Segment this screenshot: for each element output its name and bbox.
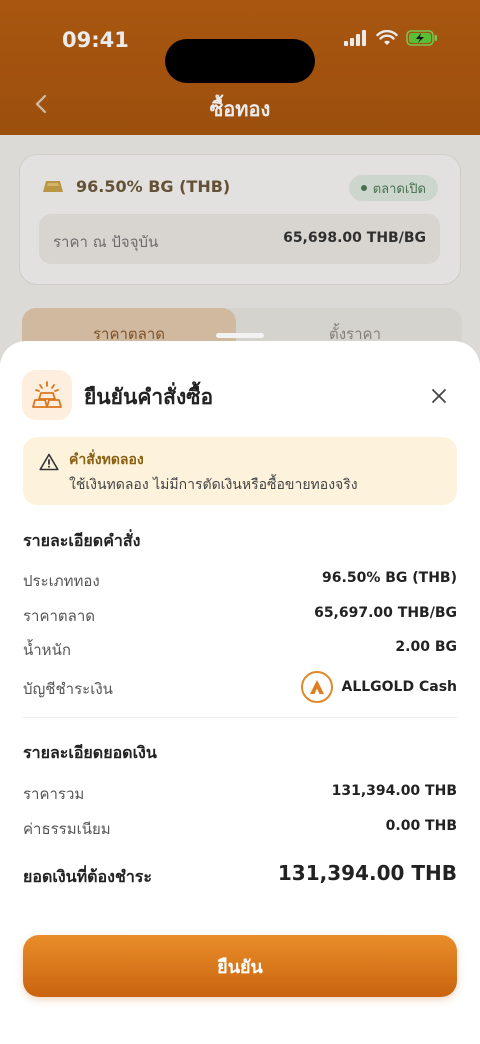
total-value: 131,394.00 THB	[277, 861, 457, 885]
subtotal-row: ราคารวม 131,394.00 THB	[23, 780, 457, 804]
warning-icon	[39, 453, 59, 471]
subtotal-label: ราคารวม	[23, 785, 85, 803]
confirm-button[interactable]: ยืนยัน	[23, 935, 457, 997]
notice-text: ใช้เงินทดลอง ไม่มีการตัดเงินหรือซื้อขายท…	[69, 477, 358, 493]
payment-account-row: บัญชีชำระเงิน ALLGOLD Cash	[23, 671, 457, 703]
gold-type-row: ประเภททอง 96.50% BG (THB)	[23, 567, 457, 591]
market-price-value: 65,697.00 THB/BG	[314, 605, 457, 621]
market-price-row: ราคาตลาด 65,697.00 THB/BG	[23, 602, 457, 626]
section-divider	[23, 717, 457, 718]
gold-type-label: ประเภททอง	[23, 572, 100, 590]
sheet-title: ยืนยันคำสั่งซื้อ	[84, 385, 214, 409]
amount-details-title: รายละเอียดยอดเงิน	[23, 743, 157, 762]
allgold-logo-icon	[301, 671, 334, 703]
notice-title: คำสั่งทดลอง	[69, 452, 144, 468]
weight-row: น้ำหนัก 2.00 BG	[23, 636, 457, 660]
fee-row: ค่าธรรมเนียม 0.00 THB	[23, 815, 457, 839]
weight-value: 2.00 BG	[395, 639, 457, 655]
subtotal-value: 131,394.00 THB	[331, 783, 457, 799]
payment-account: ALLGOLD Cash	[301, 671, 457, 703]
sheet-drag-handle[interactable]	[216, 333, 264, 338]
gold-bars-icon	[22, 370, 72, 420]
close-icon[interactable]	[428, 385, 450, 407]
gold-type-value: 96.50% BG (THB)	[322, 570, 457, 586]
confirm-order-sheet: ยืนยันคำสั่งซื้อ คำสั่งทดลอง ใช้เงินทดลอ…	[0, 341, 480, 1044]
fee-value: 0.00 THB	[385, 818, 457, 834]
market-price-label: ราคาตลาด	[23, 607, 96, 625]
total-row: ยอดเงินที่ต้องชำระ 131,394.00 THB	[23, 861, 457, 891]
demo-order-notice: คำสั่งทดลอง ใช้เงินทดลอง ไม่มีการตัดเงิน…	[23, 437, 457, 505]
weight-label: น้ำหนัก	[23, 641, 71, 659]
payment-account-name: ALLGOLD Cash	[341, 679, 457, 695]
order-details-title: รายละเอียดคำสั่ง	[23, 531, 141, 550]
fee-label: ค่าธรรมเนียม	[23, 820, 111, 838]
payment-account-label: บัญชีชำระเงิน	[23, 680, 113, 698]
total-label: ยอดเงินที่ต้องชำระ	[23, 867, 152, 886]
